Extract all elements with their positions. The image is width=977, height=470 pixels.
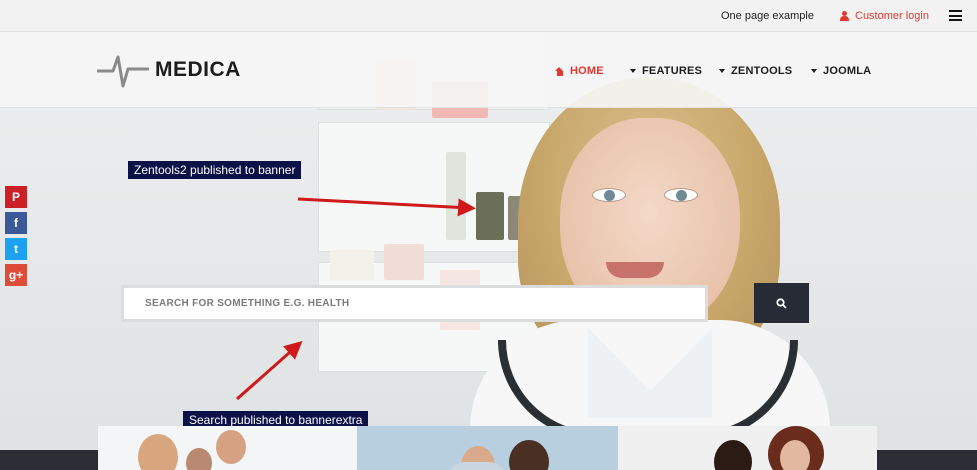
main-nav: HOME FEATURES ZENTOOLS JOOMLA — [0, 65, 977, 79]
doctor-mouth — [606, 262, 664, 278]
nav-item-joomla[interactable]: JOOMLA — [811, 65, 871, 77]
medicine-box — [330, 250, 374, 280]
search-icon — [776, 297, 787, 309]
nav-item-home[interactable]: HOME — [555, 65, 604, 77]
search-input[interactable] — [121, 285, 708, 322]
nav-item-features[interactable]: FEATURES — [630, 65, 702, 77]
caret-down-icon — [630, 69, 636, 73]
search-button[interactable] — [754, 283, 809, 323]
user-icon — [840, 11, 849, 21]
banner-annotation: Zentools2 published to banner — [128, 161, 302, 179]
facebook-icon[interactable]: f — [5, 212, 27, 234]
doctor-eye — [664, 188, 698, 202]
customer-login-label: Customer login — [855, 10, 929, 22]
home-icon — [555, 66, 564, 76]
hamburger-menu-icon[interactable] — [949, 10, 962, 21]
team-photo-card — [357, 426, 618, 470]
site-header: MEDICA HOME FEATURES ZENTOOLS JOOMLA — [0, 32, 977, 108]
caret-down-icon — [811, 69, 817, 73]
nav-label: FEATURES — [642, 65, 703, 77]
doctor-eye — [592, 188, 626, 202]
top-bar: One page example Customer login — [0, 0, 977, 32]
caret-down-icon — [719, 69, 725, 73]
nav-item-zentools[interactable]: ZENTOOLS — [719, 65, 792, 77]
medicine-bottle — [446, 152, 466, 240]
twitter-icon[interactable]: t — [5, 238, 27, 260]
medicine-box — [384, 244, 424, 280]
team-photo-card — [618, 426, 877, 470]
team-photo-card — [98, 426, 357, 470]
nav-label: ZENTOOLS — [731, 65, 793, 77]
nav-label: HOME — [570, 65, 604, 77]
pinterest-icon[interactable]: P — [5, 186, 27, 208]
nav-label: JOOMLA — [823, 65, 872, 77]
medicine-bottle — [476, 192, 504, 240]
google-plus-icon[interactable]: g+ — [5, 264, 27, 286]
one-page-example-link[interactable]: One page example — [721, 10, 814, 22]
customer-login-link[interactable]: Customer login — [840, 10, 929, 22]
